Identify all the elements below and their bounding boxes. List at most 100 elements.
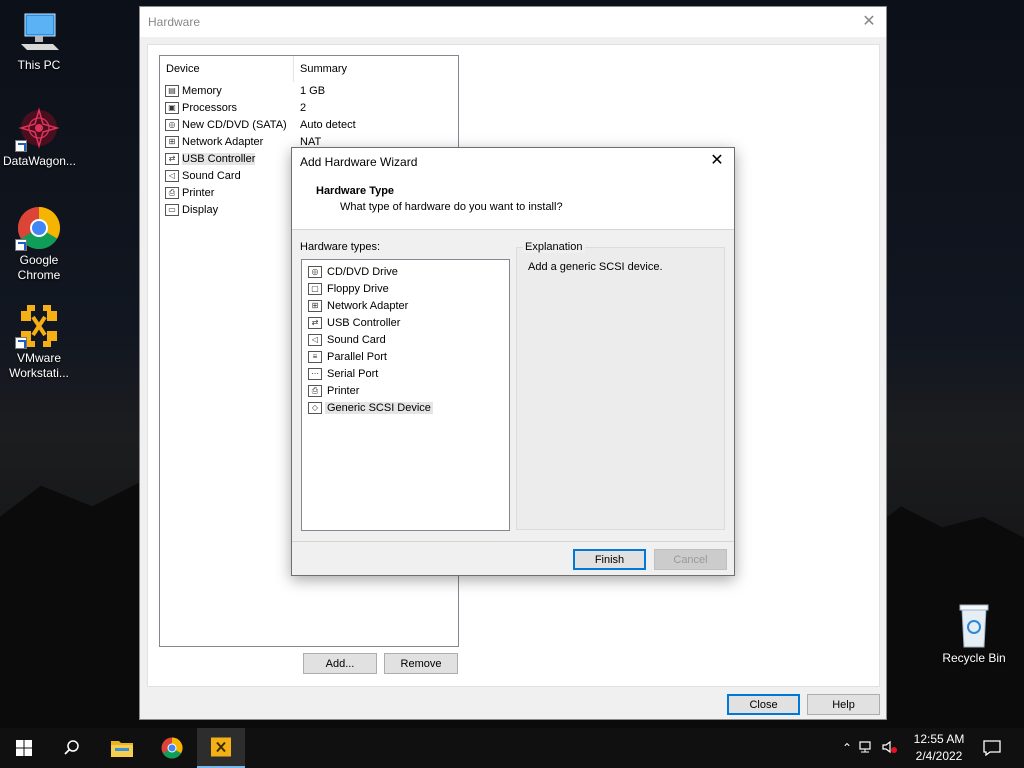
shortcut-arrow-icon	[15, 239, 27, 251]
recycle-bin-icon	[950, 603, 998, 649]
desktop-icon-label: Recycle Bin	[942, 651, 1006, 665]
shortcut-arrow-icon	[15, 337, 27, 349]
action-center-button[interactable]	[972, 728, 1012, 768]
explanation-text: Add a generic SCSI device.	[528, 261, 663, 273]
sound-icon: ◁	[308, 333, 322, 346]
device-name-cell: ▭ Display	[160, 203, 294, 216]
hardware-type-item[interactable]: ▢ Floppy Drive	[302, 280, 509, 297]
volume-muted-icon[interactable]	[878, 740, 900, 757]
desktop-icon-datawagon[interactable]: DataWagon...	[3, 106, 76, 169]
hardware-type-label: Parallel Port	[327, 350, 387, 363]
chrome-icon	[15, 205, 63, 251]
notifications-icon	[983, 740, 1001, 756]
hardware-type-item[interactable]: ◎ CD/DVD Drive	[302, 263, 509, 280]
close-icon[interactable]: ✕	[860, 13, 878, 31]
device-row[interactable]: ▣ Processors 2	[160, 99, 458, 116]
device-row[interactable]: ▤ Memory 1 GB	[160, 82, 458, 99]
clock-time: 12:55 AM	[913, 732, 965, 746]
sound-icon: ◁	[165, 169, 179, 182]
hardware-type-label: Printer	[327, 384, 360, 397]
device-name: USB Controller	[182, 152, 256, 165]
desktop-icon-chrome[interactable]: Google Chrome	[3, 205, 75, 283]
display-icon: ▭	[165, 203, 179, 216]
close-button[interactable]: Close	[727, 694, 800, 715]
folder-icon	[111, 741, 133, 757]
search-button[interactable]	[48, 728, 96, 768]
taskbar-clock[interactable]: 12:55 AM 2/4/2022	[908, 731, 970, 765]
device-name-cell: ⊞ Network Adapter	[160, 135, 294, 148]
device-name-cell: ▤ Memory	[160, 84, 294, 97]
chrome-icon	[161, 737, 183, 759]
hardware-type-item[interactable]: ⋯ Serial Port	[302, 365, 509, 382]
usb-icon: ⇄	[165, 152, 179, 165]
device-name: Sound Card	[182, 169, 241, 182]
floppy-icon: ▢	[308, 282, 322, 295]
device-summary: Auto detect	[300, 118, 356, 131]
device-name: Display	[182, 203, 219, 216]
device-summary: NAT	[300, 135, 322, 148]
hardware-type-label: Generic SCSI Device	[325, 401, 433, 414]
device-summary: 2	[300, 101, 307, 114]
desktop-icon-label: This PC	[17, 58, 61, 72]
close-icon[interactable]: ✕	[708, 152, 726, 170]
cd-icon: ◎	[165, 118, 179, 131]
desktop-icon-this-pc[interactable]: This PC	[3, 10, 75, 73]
device-list-header: Device Summary	[160, 56, 458, 82]
parallel-port-icon: ≡	[308, 350, 322, 363]
column-header-device[interactable]: Device	[160, 56, 294, 82]
windows-logo-icon	[16, 740, 32, 756]
desktop-icon-label: VMware Workstati...	[9, 351, 69, 380]
hardware-type-label: USB Controller	[327, 316, 401, 329]
hardware-titlebar[interactable]: Hardware	[140, 7, 886, 37]
add-hardware-wizard: Add Hardware Wizard ✕ Hardware Type What…	[291, 147, 735, 576]
desktop-icon-label: DataWagon...	[3, 154, 76, 168]
device-name-cell: ◁ Sound Card	[160, 169, 294, 182]
desktop-icon-recycle-bin[interactable]: Recycle Bin	[938, 603, 1010, 666]
this-pc-icon	[15, 10, 63, 56]
help-button[interactable]: Help	[807, 694, 880, 715]
device-name: New CD/DVD (SATA)	[182, 118, 287, 131]
desktop-icon-vmware[interactable]: VMware Workstati...	[3, 303, 75, 381]
hardware-type-item[interactable]: ⊞ Network Adapter	[302, 297, 509, 314]
device-name-cell: ▣ Processors	[160, 101, 294, 114]
hardware-type-item[interactable]: ⎙ Printer	[302, 382, 509, 399]
printer-icon: ⎙	[308, 384, 322, 397]
taskbar: ⌃ 12:55 AM 2/4/2022	[0, 728, 1024, 768]
device-name-cell: ◎ New CD/DVD (SATA)	[160, 118, 294, 131]
start-button[interactable]	[0, 728, 48, 768]
hardware-type-label: CD/DVD Drive	[327, 265, 398, 278]
hardware-type-item[interactable]: ◇ Generic SCSI Device	[302, 399, 509, 416]
network-icon: ⊞	[165, 135, 179, 148]
hardware-types-label: Hardware types:	[300, 241, 381, 253]
network-icon[interactable]	[856, 740, 878, 757]
taskbar-file-explorer[interactable]	[98, 728, 146, 768]
hardware-type-item[interactable]: ⇄ USB Controller	[302, 314, 509, 331]
printer-icon: ⎙	[165, 186, 179, 199]
column-header-summary[interactable]: Summary	[294, 63, 347, 75]
device-name: Memory	[182, 84, 222, 97]
wizard-titlebar[interactable]: Add Hardware Wizard	[292, 148, 734, 176]
window-title: Hardware	[148, 15, 201, 29]
vmware-icon	[211, 737, 231, 757]
taskbar-vmware[interactable]	[197, 728, 245, 768]
scsi-icon: ◇	[308, 401, 322, 414]
finish-button[interactable]: Finish	[573, 549, 646, 570]
wizard-header: Hardware Type What type of hardware do y…	[292, 176, 734, 230]
remove-button[interactable]: Remove	[384, 653, 458, 674]
vmware-icon	[15, 303, 63, 349]
device-name: Printer	[182, 186, 215, 199]
clock-date: 2/4/2022	[915, 749, 963, 763]
device-row[interactable]: ◎ New CD/DVD (SATA) Auto detect	[160, 116, 458, 133]
taskbar-chrome[interactable]	[148, 728, 196, 768]
hardware-type-label: Floppy Drive	[327, 282, 389, 295]
chevron-up-icon[interactable]: ⌃	[838, 741, 856, 755]
cancel-button[interactable]: Cancel	[654, 549, 727, 570]
cd-icon: ◎	[308, 265, 322, 278]
datawagon-icon	[15, 106, 63, 152]
hardware-type-item[interactable]: ◁ Sound Card	[302, 331, 509, 348]
hardware-type-item[interactable]: ≡ Parallel Port	[302, 348, 509, 365]
device-name-cell: ⎙ Printer	[160, 186, 294, 199]
add-button[interactable]: Add...	[303, 653, 377, 674]
explanation-label: Explanation	[523, 241, 585, 253]
hardware-types-list[interactable]: ◎ CD/DVD Drive ▢ Floppy Drive ⊞ Network Adapt…	[301, 259, 510, 531]
